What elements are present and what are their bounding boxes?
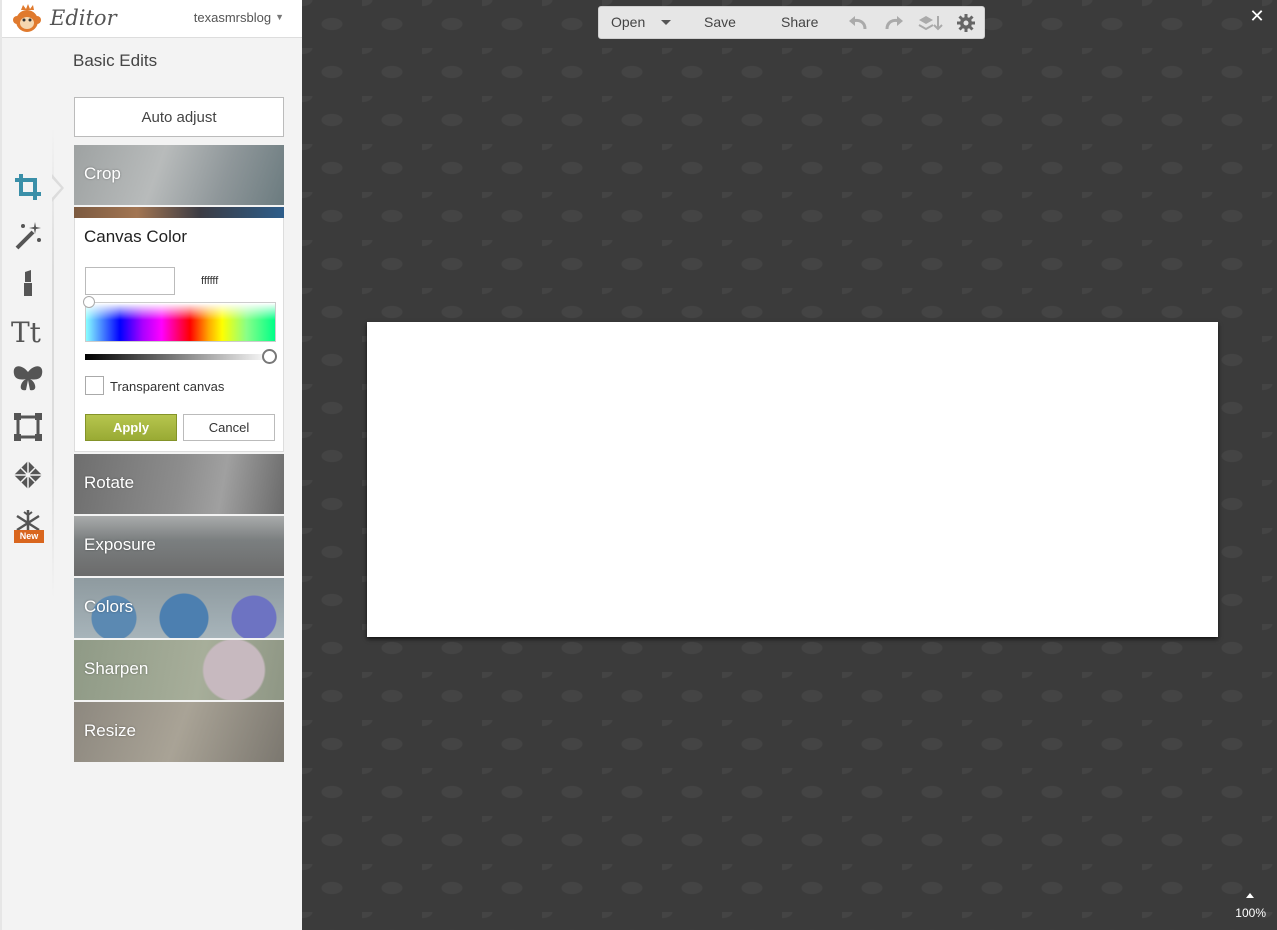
tool-rail: Tt New — [2, 38, 54, 930]
butterfly-icon[interactable] — [11, 362, 45, 396]
text-icon[interactable]: Tt — [11, 314, 45, 348]
cancel-button[interactable]: Cancel — [183, 414, 275, 441]
tool-card-resize[interactable]: Resize — [74, 702, 284, 762]
tool-card-label: Crop — [84, 164, 121, 183]
panel-title: Basic Edits — [73, 51, 158, 70]
tool-card-label: Rotate — [84, 473, 135, 492]
undo-icon[interactable] — [847, 14, 869, 32]
user-menu[interactable]: texasmrsblog ▼ — [194, 10, 284, 25]
tool-card-label: Colors — [84, 597, 134, 616]
crop-card-strip — [74, 207, 284, 218]
chevron-down-icon: ▼ — [275, 12, 284, 22]
sidebar-header: Editor texasmrsblog ▼ — [2, 0, 304, 38]
layers-icon[interactable] — [918, 14, 944, 32]
new-badge: New — [14, 530, 44, 543]
image-canvas[interactable] — [367, 322, 1218, 637]
brightness-handle[interactable] — [262, 349, 277, 364]
tool-card-rotate[interactable]: Rotate — [74, 454, 284, 514]
redo-icon[interactable] — [883, 14, 905, 32]
brightness-slider[interactable] — [85, 354, 271, 360]
lipstick-icon[interactable] — [11, 266, 45, 300]
color-spectrum[interactable] — [85, 302, 276, 342]
color-swatch[interactable] — [85, 267, 175, 295]
main-toolbar: Open Save Share — [598, 6, 985, 39]
close-icon[interactable]: ✕ — [1248, 8, 1266, 26]
tool-card-crop[interactable]: Crop — [74, 145, 284, 205]
tool-card-exposure[interactable]: Exposure — [74, 516, 284, 576]
zoom-level[interactable]: 100% — [1235, 906, 1266, 920]
workspace: Open Save Share ✕ 100% — [302, 0, 1277, 930]
open-button[interactable]: Open — [611, 7, 645, 38]
transparent-canvas-label[interactable]: Transparent canvas — [110, 379, 224, 394]
sidebar: Editor texasmrsblog ▼ Tt New Basic Edits… — [0, 0, 304, 930]
crop-icon[interactable] — [11, 170, 45, 204]
zoom-up-icon[interactable] — [1246, 893, 1254, 898]
username: texasmrsblog — [193, 10, 272, 25]
open-dropdown-icon[interactable] — [661, 20, 671, 25]
magic-wand-icon[interactable] — [11, 218, 45, 252]
spectrum-handle[interactable] — [83, 296, 95, 308]
tool-card-label: Resize — [84, 721, 136, 740]
hex-value[interactable]: ffffff — [201, 275, 218, 287]
canvas-color-title: Canvas Color — [84, 227, 187, 246]
share-button[interactable]: Share — [781, 7, 818, 38]
tool-card-label: Exposure — [84, 535, 156, 554]
save-button[interactable]: Save — [704, 7, 736, 38]
monkey-logo-icon[interactable] — [10, 3, 44, 34]
tool-card-label: Sharpen — [84, 659, 149, 678]
transparent-canvas-checkbox[interactable] — [85, 376, 104, 395]
tool-card-colors[interactable]: Colors — [74, 578, 284, 638]
tool-card-sharpen[interactable]: Sharpen — [74, 640, 284, 700]
svg-text:Tt: Tt — [11, 316, 42, 346]
apply-button[interactable]: Apply — [85, 414, 177, 441]
canvas-color-panel: Canvas Color ffffff Transparent canvas A… — [74, 218, 284, 452]
frame-icon[interactable] — [11, 410, 45, 444]
app-title: Editor — [50, 6, 117, 30]
auto-adjust-button[interactable]: Auto adjust — [74, 97, 284, 137]
active-tool-pointer — [50, 174, 64, 202]
gear-icon[interactable] — [957, 14, 975, 32]
texture-icon[interactable] — [11, 458, 45, 492]
